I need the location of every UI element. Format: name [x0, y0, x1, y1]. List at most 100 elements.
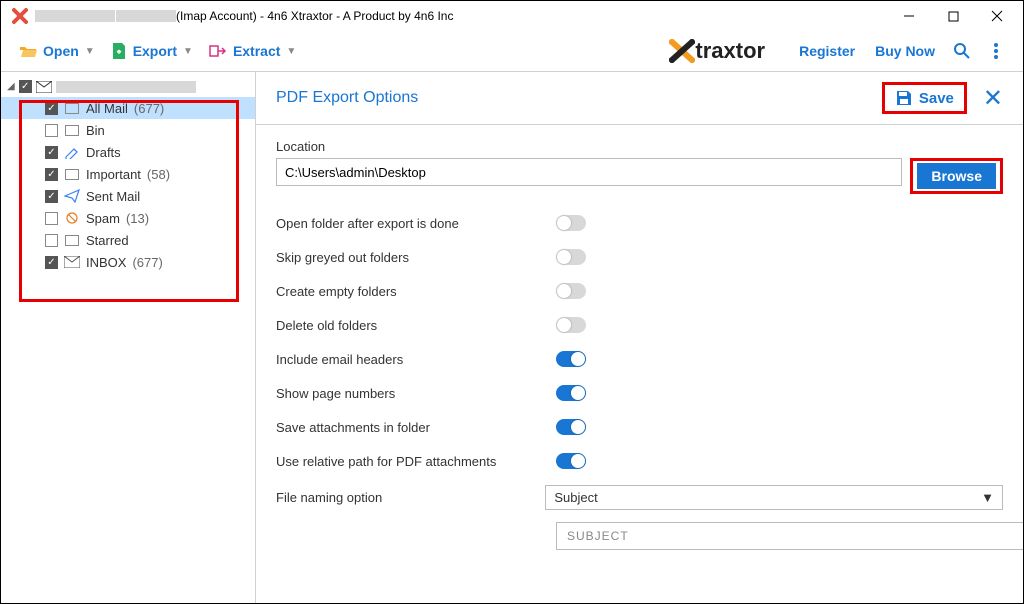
folder-icon — [64, 123, 80, 137]
folder-list: ✓ All Mail (677) Bin ✓ Drafts ✓ Important (58)… — [1, 97, 255, 273]
folder-row[interactable]: ✓INBOX (677) — [1, 251, 255, 273]
register-link[interactable]: Register — [799, 43, 855, 59]
folder-count: (677) — [134, 101, 164, 116]
titlebar: (Imap Account) - 4n6 Xtraxtor - A Produc… — [1, 1, 1023, 31]
chevron-down-icon: ▼ — [183, 46, 193, 57]
folder-checkbox[interactable]: ✓ — [45, 146, 58, 159]
content-header: PDF Export Options Save ✕ — [256, 72, 1023, 125]
chevron-down-icon: ▼ — [85, 46, 95, 57]
option-label: Delete old folders — [276, 318, 556, 333]
open-menu[interactable]: Open ▼ — [11, 39, 103, 63]
folder-checkbox[interactable] — [45, 124, 58, 137]
caret-icon: ◢ — [7, 81, 15, 92]
browse-highlight: Browse — [910, 158, 1003, 194]
location-label: Location — [276, 139, 1003, 154]
option-row: Show page numbers — [276, 378, 1003, 408]
options-list: Open folder after export is done Skip gre… — [276, 208, 1003, 476]
folder-row[interactable]: ✓ All Mail (677) — [1, 97, 255, 119]
save-button[interactable]: Save — [889, 87, 960, 109]
title-redacted-2 — [116, 10, 176, 22]
folder-icon — [64, 189, 80, 203]
root-checkbox[interactable]: ✓ — [19, 80, 32, 93]
folder-row[interactable]: Starred — [1, 229, 255, 251]
extract-menu[interactable]: Extract ▼ — [201, 39, 304, 63]
browse-button[interactable]: Browse — [917, 163, 996, 189]
option-toggle[interactable] — [556, 453, 586, 469]
maximize-button[interactable] — [931, 2, 975, 30]
folder-row[interactable]: ✓ Sent Mail — [1, 185, 255, 207]
file-naming-label: File naming option — [276, 490, 545, 505]
extract-icon — [209, 43, 227, 59]
main-area: ◢ ✓ ✓ All Mail (677) Bin ✓ Drafts ✓ Important … — [1, 71, 1023, 603]
close-panel-button[interactable]: ✕ — [979, 84, 1007, 113]
option-toggle[interactable] — [556, 249, 586, 265]
logo: traxtor — [669, 38, 765, 64]
folder-checkbox[interactable]: ✓ — [45, 168, 58, 181]
folder-label: Spam — [86, 211, 120, 226]
naming-pattern-preview: SUBJECT — [556, 522, 1023, 550]
folder-checkbox[interactable]: ✓ — [45, 190, 58, 203]
window-title: (Imap Account) - 4n6 Xtraxtor - A Produc… — [176, 9, 453, 23]
folder-row[interactable]: ✓ Drafts — [1, 141, 255, 163]
folder-count: (677) — [132, 255, 162, 270]
option-toggle[interactable] — [556, 283, 586, 299]
option-row: Open folder after export is done — [276, 208, 1003, 238]
minimize-button[interactable] — [887, 2, 931, 30]
tree-root[interactable]: ◢ ✓ — [1, 78, 255, 95]
folder-icon — [64, 255, 80, 269]
toolbar: Open ▼ Export ▼ Extract ▼ traxtor Regist… — [1, 31, 1023, 71]
option-label: Open folder after export is done — [276, 216, 556, 231]
folder-row[interactable]: Spam (13) — [1, 207, 255, 229]
option-row: Save attachments in folder — [276, 412, 1003, 442]
option-toggle[interactable] — [556, 215, 586, 231]
save-icon — [895, 89, 913, 107]
option-label: Save attachments in folder — [276, 420, 556, 435]
option-label: Show page numbers — [276, 386, 556, 401]
option-toggle[interactable] — [556, 385, 586, 401]
option-row: Create empty folders — [276, 276, 1003, 306]
search-icon[interactable] — [953, 42, 971, 60]
option-row: Include email headers — [276, 344, 1003, 374]
file-export-icon — [111, 42, 127, 60]
option-label: Include email headers — [276, 352, 556, 367]
account-name-redacted — [56, 81, 196, 93]
folder-icon — [64, 167, 80, 181]
option-label: Use relative path for PDF attachments — [276, 454, 556, 469]
file-naming-select[interactable]: Subject ▼ — [545, 485, 1003, 510]
app-icon — [11, 7, 29, 25]
more-menu-icon[interactable] — [987, 42, 1005, 60]
folder-label: Drafts — [86, 145, 121, 160]
option-label: Skip greyed out folders — [276, 250, 556, 265]
folder-row[interactable]: Bin — [1, 119, 255, 141]
folder-icon — [64, 101, 80, 115]
option-row: Skip greyed out folders — [276, 242, 1003, 272]
folder-label: Sent Mail — [86, 189, 140, 204]
folder-checkbox[interactable]: ✓ — [45, 256, 58, 269]
folder-label: Important — [86, 167, 141, 182]
folder-checkbox[interactable] — [45, 212, 58, 225]
export-menu[interactable]: Export ▼ — [103, 38, 201, 64]
option-toggle[interactable] — [556, 317, 586, 333]
option-toggle[interactable] — [556, 351, 586, 367]
close-window-button[interactable] — [975, 2, 1019, 30]
sidebar: ◢ ✓ ✓ All Mail (677) Bin ✓ Drafts ✓ Important … — [1, 72, 256, 603]
folder-checkbox[interactable] — [45, 234, 58, 247]
location-input[interactable] — [276, 158, 902, 186]
option-toggle[interactable] — [556, 419, 586, 435]
folder-icon — [64, 233, 80, 247]
folder-label: Bin — [86, 123, 105, 138]
folder-label: All Mail — [86, 101, 128, 116]
folder-count: (58) — [147, 167, 170, 182]
folder-row[interactable]: ✓ Important (58) — [1, 163, 255, 185]
option-label: Create empty folders — [276, 284, 556, 299]
buy-now-link[interactable]: Buy Now — [875, 43, 935, 59]
folder-icon — [64, 211, 80, 225]
save-highlight: Save — [882, 82, 967, 114]
folder-icon — [64, 145, 80, 159]
panel-title: PDF Export Options — [276, 89, 418, 107]
folder-checkbox[interactable]: ✓ — [45, 102, 58, 115]
title-redacted — [35, 10, 115, 22]
folder-open-icon — [19, 43, 37, 59]
chevron-down-icon: ▼ — [981, 490, 994, 505]
content-panel: PDF Export Options Save ✕ Location Brows… — [256, 72, 1023, 603]
